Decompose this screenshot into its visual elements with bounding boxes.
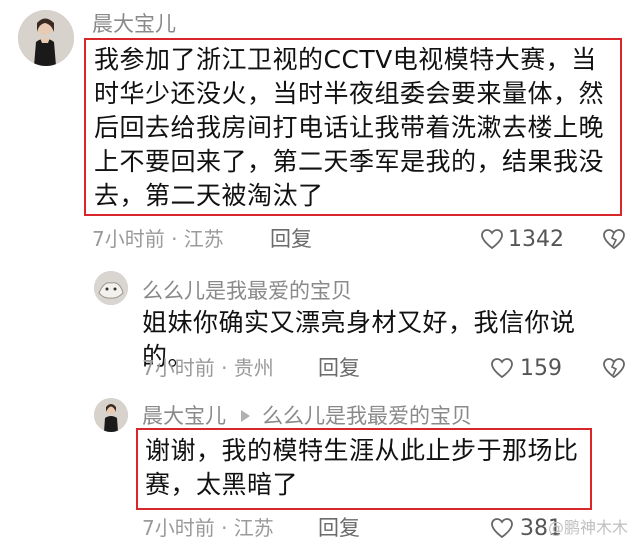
reply-button[interactable]: 回复 <box>318 358 360 379</box>
avatar[interactable] <box>94 271 128 305</box>
heart-icon[interactable] <box>490 357 514 383</box>
comment-author[interactable]: 晨大宝儿 <box>142 406 226 427</box>
dislike-icon[interactable] <box>602 228 626 254</box>
comment-meta: 7小时前 · 江苏 <box>92 227 224 251</box>
like-count: 1342 <box>508 227 564 252</box>
watermark: @鹏神木木 <box>548 518 629 537</box>
comment-meta: 7小时前 · 贵州 <box>142 356 274 380</box>
comment-text: 我参加了浙江卫视的CCTV电视模特大赛，当时华少还没火，当时半夜组委会要来量体，… <box>94 45 605 210</box>
reply-to-name[interactable]: 么么儿是我最爱的宝贝 <box>262 406 472 427</box>
comment-author[interactable]: 么么儿是我最爱的宝贝 <box>142 281 352 302</box>
like-count: 159 <box>520 356 562 381</box>
avatar[interactable] <box>94 398 128 432</box>
comment-author[interactable]: 晨大宝儿 <box>92 14 176 35</box>
avatar[interactable] <box>18 10 74 66</box>
reply-button[interactable]: 回复 <box>318 518 360 539</box>
dislike-icon[interactable] <box>602 357 626 383</box>
comment-meta: 7小时前 · 江苏 <box>142 516 274 540</box>
reply-button[interactable]: 回复 <box>270 229 312 250</box>
heart-icon[interactable] <box>490 517 514 543</box>
comment-text: 谢谢，我的模特生涯从此止步于那场比赛，太黑暗了 <box>145 436 579 499</box>
heart-icon[interactable] <box>480 228 504 254</box>
reply-arrow-icon <box>238 408 252 428</box>
